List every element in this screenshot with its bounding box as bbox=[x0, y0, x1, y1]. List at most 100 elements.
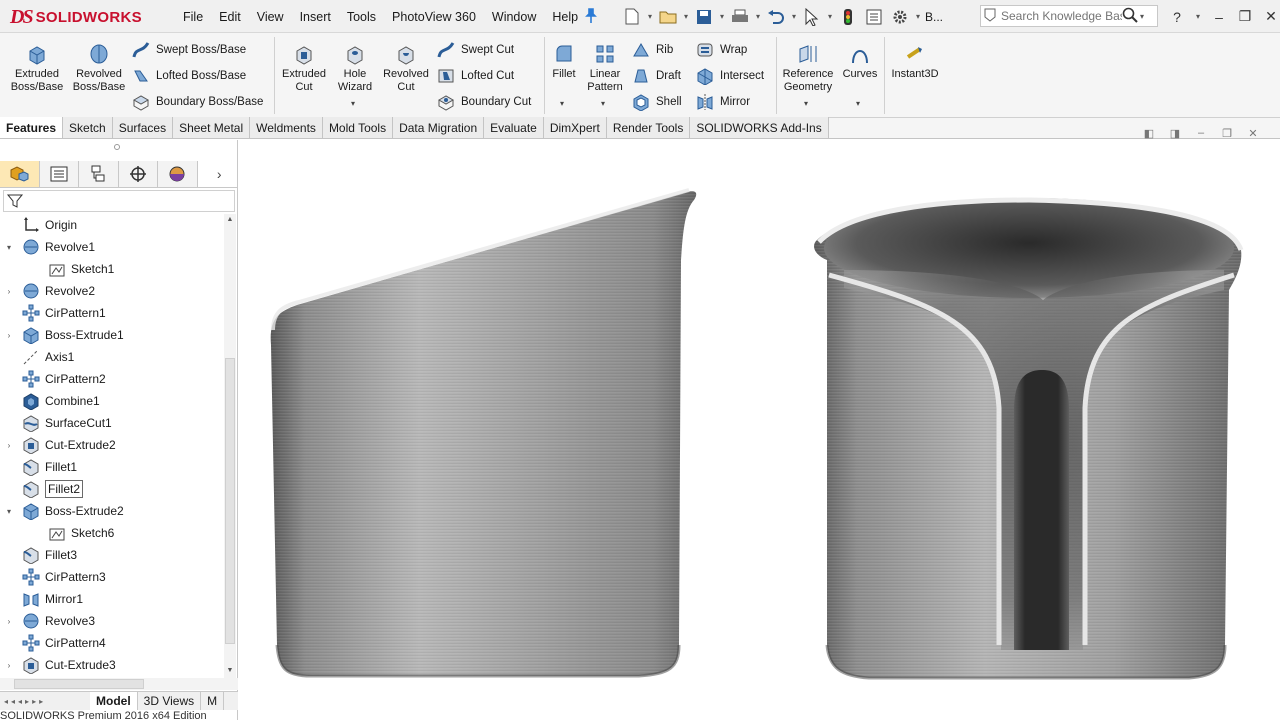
pin-icon[interactable] bbox=[584, 8, 600, 24]
doc-close-icon[interactable]: ✕ bbox=[1246, 127, 1260, 140]
help-icon[interactable]: ? bbox=[1168, 7, 1186, 27]
tab-navigation-arrows[interactable]: ◂◂◂▸▸▸ bbox=[0, 697, 90, 706]
expand-arrow-icon[interactable]: › bbox=[4, 441, 14, 450]
save-dropdown-arrow[interactable]: ▾ bbox=[718, 12, 726, 21]
open-folder-icon[interactable] bbox=[656, 6, 680, 28]
menu-insert[interactable]: Insert bbox=[292, 10, 339, 24]
help-dropdown-arrow[interactable]: ▾ bbox=[1194, 12, 1202, 21]
tree-item-origin[interactable]: Origin bbox=[22, 214, 77, 236]
select-dropdown-arrow[interactable]: ▾ bbox=[826, 12, 834, 21]
search-icon[interactable] bbox=[1122, 7, 1140, 26]
tree-item-cirpattern1[interactable]: CirPattern1 bbox=[22, 302, 106, 324]
select-cursor-icon[interactable] bbox=[800, 6, 824, 28]
curves-dropdown-arrow[interactable]: ▾ bbox=[856, 99, 860, 108]
options-gear-icon[interactable] bbox=[888, 6, 912, 28]
linear-pattern-button[interactable]: Linear Pattern bbox=[584, 43, 626, 94]
collapse-arrow-icon[interactable]: ▾ bbox=[4, 507, 14, 516]
tree-item-cut-extrude3[interactable]: › Cut-Extrude3 bbox=[8, 654, 116, 676]
undo-dropdown-arrow[interactable]: ▾ bbox=[790, 12, 798, 21]
next-window-icon[interactable]: ◨ bbox=[1168, 127, 1182, 140]
search-scope-icon[interactable] bbox=[984, 8, 998, 25]
draft-button[interactable]: Draft bbox=[632, 67, 681, 85]
undo-icon[interactable] bbox=[764, 6, 788, 28]
linear-pattern-dropdown-arrow[interactable]: ▾ bbox=[601, 99, 605, 108]
boundary-cut-button[interactable]: Boundary Cut bbox=[437, 93, 531, 111]
lofted-cut-button[interactable]: Lofted Cut bbox=[437, 67, 514, 85]
reference-geometry-dropdown-arrow[interactable]: ▾ bbox=[804, 99, 808, 108]
doc-restore-icon[interactable]: ❐ bbox=[1220, 127, 1234, 140]
tab-sketch[interactable]: Sketch bbox=[63, 117, 113, 138]
graphics-area[interactable] bbox=[239, 140, 1280, 720]
swept-cut-button[interactable]: Swept Cut bbox=[437, 41, 514, 59]
swept-boss-button[interactable]: Swept Boss/Base bbox=[132, 41, 246, 59]
rebuild-traffic-light-icon[interactable] bbox=[836, 6, 860, 28]
panel-grip[interactable] bbox=[114, 144, 120, 150]
revolved-boss-button[interactable]: Revolved Boss/Base bbox=[72, 43, 126, 94]
scroll-thumb[interactable] bbox=[225, 358, 235, 644]
tree-item-fillet1[interactable]: Fillet1 bbox=[22, 456, 77, 478]
tree-item-cut-extrude2[interactable]: › Cut-Extrude2 bbox=[8, 434, 116, 456]
expand-arrow-icon[interactable]: › bbox=[4, 331, 14, 340]
expand-arrow-icon[interactable]: › bbox=[4, 617, 14, 626]
shell-button[interactable]: Shell bbox=[632, 93, 682, 111]
tab-solidworks-add-ins[interactable]: SOLIDWORKS Add-Ins bbox=[690, 117, 829, 138]
open-dropdown-arrow[interactable]: ▾ bbox=[682, 12, 690, 21]
minimize-icon[interactable]: – bbox=[1210, 7, 1228, 27]
tree-item-mirror1[interactable]: Mirror1 bbox=[22, 588, 83, 610]
feature-tree-filter[interactable] bbox=[3, 190, 235, 212]
collapse-arrow-icon[interactable]: ▾ bbox=[4, 243, 14, 252]
display-manager-tab[interactable] bbox=[158, 160, 198, 187]
new-document-icon[interactable] bbox=[620, 6, 644, 28]
tree-item-fillet2[interactable]: Fillet2 bbox=[22, 478, 84, 500]
bottom-tab-m[interactable]: M bbox=[201, 692, 225, 710]
tab-render-tools[interactable]: Render Tools bbox=[606, 117, 691, 138]
menu-edit[interactable]: Edit bbox=[211, 10, 249, 24]
tree-item-axis1[interactable]: Axis1 bbox=[22, 346, 74, 368]
hole-wizard-dropdown-arrow[interactable]: ▾ bbox=[351, 99, 355, 108]
tab-evaluate[interactable]: Evaluate bbox=[484, 117, 544, 138]
right-cup-model[interactable] bbox=[814, 197, 1244, 680]
tree-item-combine1[interactable]: Combine1 bbox=[22, 390, 100, 412]
rib-button[interactable]: Rib bbox=[632, 41, 673, 59]
tab-features[interactable]: Features bbox=[0, 117, 64, 138]
property-manager-tab[interactable] bbox=[39, 160, 79, 187]
bottom-tab-model[interactable]: Model bbox=[90, 692, 138, 710]
doc-minimize-icon[interactable]: – bbox=[1194, 127, 1208, 139]
tab-weldments[interactable]: Weldments bbox=[250, 117, 323, 138]
intersect-button[interactable]: Intersect bbox=[696, 67, 764, 85]
expand-arrow-icon[interactable]: › bbox=[4, 287, 14, 296]
horizontal-scroll-thumb[interactable] bbox=[14, 679, 144, 689]
search-dropdown-arrow[interactable]: ▾ bbox=[1140, 12, 1152, 21]
menu-tools[interactable]: Tools bbox=[339, 10, 384, 24]
tab-sheet-metal[interactable]: Sheet Metal bbox=[173, 117, 251, 138]
curves-button[interactable]: Curves bbox=[842, 43, 878, 81]
solidworks-logo[interactable]: DS SOLIDWORKS bbox=[10, 4, 155, 30]
reference-geometry-button[interactable]: Reference Geometry bbox=[780, 43, 836, 94]
mirror-button[interactable]: Mirror bbox=[696, 93, 750, 111]
file-properties-icon[interactable] bbox=[862, 6, 886, 28]
menu-photoview-360[interactable]: PhotoView 360 bbox=[384, 10, 484, 24]
new-dropdown-arrow[interactable]: ▾ bbox=[646, 12, 654, 21]
hole-wizard-button[interactable]: Hole Wizard bbox=[334, 43, 376, 94]
extruded-boss-button[interactable]: Extruded Boss/Base bbox=[10, 43, 64, 94]
bottom-tab-3d-views[interactable]: 3D Views bbox=[138, 692, 202, 710]
tree-vertical-scrollbar[interactable]: ▲ ▼ bbox=[224, 214, 236, 678]
tab-surfaces[interactable]: Surfaces bbox=[112, 117, 174, 138]
expand-arrow-icon[interactable]: › bbox=[4, 661, 14, 670]
tree-item-boss-extrude1[interactable]: › Boss-Extrude1 bbox=[8, 324, 124, 346]
dimxpert-manager-tab[interactable] bbox=[118, 160, 158, 187]
options-dropdown-arrow[interactable]: ▾ bbox=[914, 12, 922, 21]
print-icon[interactable] bbox=[728, 6, 752, 28]
tree-item-cirpattern3[interactable]: CirPattern3 bbox=[22, 566, 106, 588]
tree-item-fillet3[interactable]: Fillet3 bbox=[22, 544, 77, 566]
tree-item-surfacecut1[interactable]: SurfaceCut1 bbox=[22, 412, 112, 434]
tree-item-revolve3[interactable]: › Revolve3 bbox=[8, 610, 95, 632]
print-dropdown-arrow[interactable]: ▾ bbox=[754, 12, 762, 21]
tree-item-revolve2[interactable]: › Revolve2 bbox=[8, 280, 95, 302]
tab-data-migration[interactable]: Data Migration bbox=[393, 117, 485, 138]
left-cup-model[interactable] bbox=[270, 188, 697, 678]
lofted-boss-button[interactable]: Lofted Boss/Base bbox=[132, 67, 246, 85]
tree-item-revolve1[interactable]: ▾ Revolve1 bbox=[7, 236, 95, 258]
menu-view[interactable]: View bbox=[249, 10, 292, 24]
tree-horizontal-scrollbar[interactable] bbox=[0, 678, 238, 690]
